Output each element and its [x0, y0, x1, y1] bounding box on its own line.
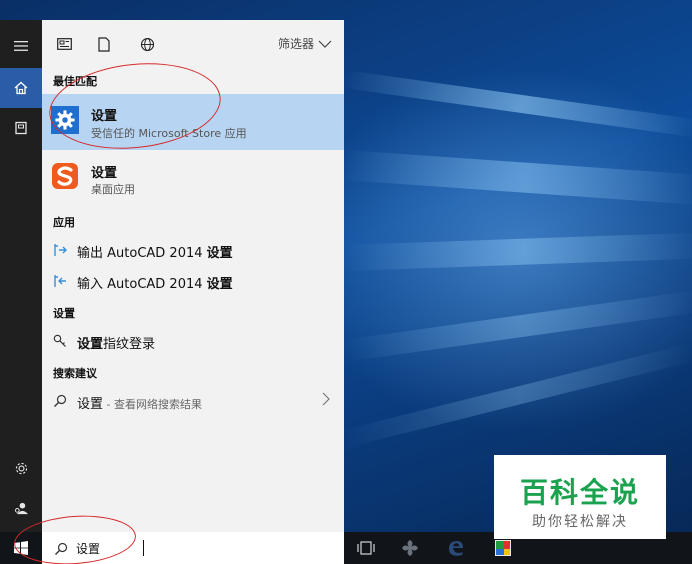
home-icon: [14, 81, 28, 95]
wallpaper-beam: [342, 150, 692, 206]
chevron-down-icon: [318, 40, 332, 48]
taskbar-search-box[interactable]: [42, 532, 344, 564]
search-icon: [52, 393, 68, 409]
wallpaper-beam: [342, 70, 692, 139]
list-item-autocad-import[interactable]: 输入 AutoCAD 2014 设置: [42, 267, 344, 295]
best-match-result[interactable]: 设置 受信任的 Microsoft Store 应用: [42, 94, 344, 150]
globe-icon: [140, 37, 154, 51]
search-filter-bar: 筛选器: [42, 20, 344, 68]
notebook-icon: [15, 121, 27, 135]
filter-label: 筛选器: [277, 37, 314, 51]
sogou-app-icon: [51, 162, 79, 190]
best-match-subtitle: 受信任的 Microsoft Store 应用: [91, 127, 247, 140]
user-icon: [14, 502, 28, 514]
list-item-autocad-export[interactable]: 输出 AutoCAD 2014 设置: [42, 236, 344, 264]
edge-icon: [449, 541, 463, 556]
section-settings: 设置: [53, 307, 75, 320]
list-item-label: 设置指纹登录: [77, 337, 156, 352]
filter-dropdown[interactable]: 筛选器: [278, 35, 332, 52]
autocad-export-icon: [52, 242, 68, 258]
watermark: 百科全说 助你轻松解决: [494, 455, 666, 539]
settings-app-tile: [51, 106, 79, 134]
section-suggestions: 搜索建议: [53, 367, 97, 380]
list-item-label: 设置 - 查看网络搜索结果: [77, 397, 202, 412]
search-input[interactable]: [76, 539, 326, 557]
second-result-subtitle: 桌面应用: [91, 183, 135, 196]
document-icon: [98, 36, 110, 52]
windows-logo-icon: [14, 541, 28, 555]
search-icon: [54, 541, 68, 555]
wallpaper-beam: [342, 290, 692, 362]
pinned-app-colorful-button[interactable]: [492, 538, 514, 558]
search-results-panel: 筛选器 最佳匹配 设置 受信任的 Microsoft Store 应用 设置 桌…: [42, 20, 344, 532]
fan-icon: [402, 540, 418, 556]
pinned-app-button[interactable]: [399, 538, 421, 558]
web-filter-button[interactable]: [136, 34, 158, 54]
task-view-icon: [357, 541, 375, 555]
list-item-web-suggestion[interactable]: 设置 - 查看网络搜索结果: [42, 387, 344, 415]
watermark-subtitle: 助你轻松解决: [532, 514, 628, 530]
document-grid-icon: [56, 38, 72, 50]
sogou-icon: [52, 163, 78, 189]
section-best-match: 最佳匹配: [53, 75, 97, 88]
user-button[interactable]: [0, 488, 42, 528]
task-view-button[interactable]: [355, 538, 377, 558]
start-button[interactable]: [0, 532, 42, 564]
list-item-fingerprint-login[interactable]: 设置指纹登录: [42, 327, 344, 355]
device-button[interactable]: [0, 108, 42, 148]
edge-browser-button[interactable]: [445, 538, 467, 558]
hamburger-icon: [14, 41, 28, 51]
hamburger-menu-button[interactable]: [0, 26, 42, 66]
watermark-title: 百科全说: [519, 476, 640, 509]
settings-rail-button[interactable]: [0, 448, 42, 488]
text-caret: [143, 540, 144, 556]
section-apps: 应用: [53, 216, 75, 229]
wallpaper-beam: [343, 232, 692, 271]
second-result-title[interactable]: 设置: [91, 162, 117, 181]
start-left-rail: [0, 20, 42, 532]
chevron-right-icon[interactable]: [322, 392, 330, 410]
list-item-label: 输入 AutoCAD 2014 设置: [77, 277, 233, 292]
gear-icon: [55, 110, 75, 130]
documents-filter-button[interactable]: [93, 34, 115, 54]
app-tile-icon: [495, 540, 511, 556]
list-item-label: 输出 AutoCAD 2014 设置: [77, 246, 233, 261]
best-match-title: 设置: [91, 109, 118, 124]
autocad-import-icon: [52, 273, 68, 289]
home-button[interactable]: [0, 68, 42, 108]
key-icon: [52, 333, 68, 349]
wallpaper-beam: [341, 343, 692, 448]
gear-icon: [15, 462, 27, 474]
apps-filter-button[interactable]: [53, 34, 75, 54]
